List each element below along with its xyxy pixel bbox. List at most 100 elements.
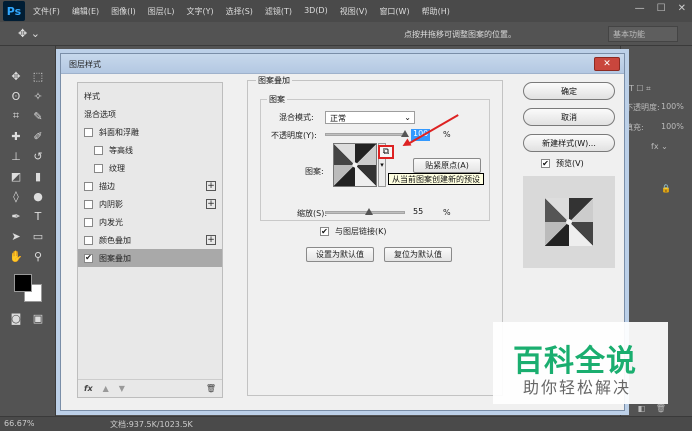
- style-list-item[interactable]: 颜色叠加 +: [78, 231, 222, 249]
- style-list-item[interactable]: 样式: [78, 87, 222, 105]
- style-list-item[interactable]: 等高线: [78, 141, 222, 159]
- menu-item[interactable]: 选择(S): [226, 6, 253, 17]
- style-checkbox[interactable]: [84, 127, 93, 137]
- dialog-titlebar[interactable]: 图层样式 ✕: [61, 54, 624, 74]
- blur-icon[interactable]: ◊: [8, 188, 24, 204]
- style-checkbox[interactable]: [84, 199, 93, 209]
- layer-fx-icon[interactable]: fx ⌄: [651, 142, 668, 151]
- opacity-slider[interactable]: [325, 133, 405, 136]
- style-list-item[interactable]: ✔ 图案叠加: [78, 249, 222, 267]
- pattern-swatch[interactable]: [333, 143, 377, 187]
- close-icon[interactable]: ✕: [678, 3, 686, 14]
- style-checkbox[interactable]: [94, 145, 103, 155]
- fill-value[interactable]: 100%: [661, 122, 684, 131]
- style-list-item[interactable]: 描边 +: [78, 177, 222, 195]
- move-up-icon[interactable]: ▲: [103, 384, 109, 393]
- preview-checkbox[interactable]: ✔: [541, 159, 550, 168]
- fx-icon[interactable]: fx: [84, 384, 93, 393]
- cancel-button[interactable]: 取消: [523, 108, 615, 126]
- dialog-close-button[interactable]: ✕: [594, 57, 620, 71]
- status-bar: 66.67% 文档:937.5K/1023.5K: [0, 416, 692, 431]
- zoom-icon[interactable]: ⚲: [30, 248, 46, 264]
- hand-icon[interactable]: ✋: [8, 248, 24, 264]
- maximize-icon[interactable]: ☐: [657, 3, 666, 14]
- snap-to-origin-button[interactable]: 贴紧原点(A): [413, 158, 481, 173]
- screen-mode-icon[interactable]: ▣: [30, 310, 46, 326]
- opacity-slider-thumb[interactable]: [401, 130, 409, 137]
- style-checkbox[interactable]: [84, 217, 93, 227]
- stamp-icon[interactable]: ⊥: [8, 148, 24, 164]
- chevron-down-icon: ⌄: [404, 113, 411, 122]
- dodge-icon[interactable]: ●: [30, 188, 46, 204]
- new-style-button[interactable]: 新建样式(W)...: [523, 134, 615, 152]
- brush-icon[interactable]: ✐: [30, 128, 46, 144]
- menu-item[interactable]: 图层(L): [148, 6, 175, 17]
- add-effect-icon[interactable]: +: [206, 199, 216, 209]
- foreground-color-swatch[interactable]: [14, 274, 32, 292]
- move-icon[interactable]: ✥: [8, 68, 24, 84]
- scale-slider-thumb[interactable]: [365, 208, 373, 215]
- menu-item[interactable]: 滤镜(T): [265, 6, 292, 17]
- eraser-icon[interactable]: ◩: [8, 168, 24, 184]
- workspace-select[interactable]: 基本功能: [608, 26, 678, 42]
- style-item-label: 混合选项: [84, 109, 116, 119]
- style-list-item[interactable]: 纹理: [78, 159, 222, 177]
- marquee-icon[interactable]: ⬚: [30, 68, 46, 84]
- quick-mask-icon[interactable]: ◙: [8, 310, 24, 326]
- menu-item[interactable]: 图像(I): [111, 6, 136, 17]
- style-list-item[interactable]: 内发光: [78, 213, 222, 231]
- minimize-icon[interactable]: —: [635, 3, 645, 14]
- reset-default-button[interactable]: 复位为默认值: [384, 247, 452, 262]
- style-checkbox[interactable]: [84, 181, 93, 191]
- zoom-level[interactable]: 66.67%: [4, 419, 35, 428]
- type-tool-icon[interactable]: T ☐ ⌗: [629, 84, 651, 94]
- menu-item[interactable]: 3D(D): [304, 6, 328, 17]
- shape-icon[interactable]: ▭: [30, 228, 46, 244]
- opacity-unit: %: [443, 130, 451, 139]
- menu-item[interactable]: 编辑(E): [72, 6, 99, 17]
- pen-icon[interactable]: ✒: [8, 208, 24, 224]
- healing-icon[interactable]: ✚: [8, 128, 24, 144]
- opacity-value[interactable]: 100%: [661, 102, 684, 111]
- path-select-icon[interactable]: ➤: [8, 228, 24, 244]
- menu-item[interactable]: 窗口(W): [379, 6, 409, 17]
- set-default-button[interactable]: 设置为默认值: [306, 247, 374, 262]
- trash-icon[interactable]: 🗑: [206, 384, 216, 393]
- style-checkbox[interactable]: [84, 235, 93, 245]
- tools-panel: ✥ ⬚ ʘ ✧ ⌗ ✎ ✚ ✐ ⊥ ↺ ◩ ▮ ◊ ● ✒ T ➤ ▭ ✋ ⚲ …: [0, 46, 56, 418]
- menu-item[interactable]: 视图(V): [340, 6, 368, 17]
- preview-thumbnail: [545, 198, 593, 246]
- style-item-label: 内发光: [99, 217, 123, 227]
- history-brush-icon[interactable]: ↺: [30, 148, 46, 164]
- style-item-label: 等高线: [109, 145, 133, 155]
- gradient-icon[interactable]: ▮: [30, 168, 46, 184]
- link-with-layer-checkbox[interactable]: ✔: [320, 227, 329, 236]
- scale-input[interactable]: 55: [411, 207, 425, 219]
- lock-icon: 🔒: [661, 184, 671, 193]
- blend-mode-select[interactable]: 正常 ⌄: [325, 111, 415, 124]
- style-list-item[interactable]: 斜面和浮雕: [78, 123, 222, 141]
- move-tool-icon[interactable]: ✥ ⌄: [18, 27, 40, 40]
- lasso-icon[interactable]: ʘ: [8, 88, 24, 104]
- section-title: 图案叠加: [256, 75, 292, 86]
- add-effect-icon[interactable]: +: [206, 181, 216, 191]
- preview-option[interactable]: ✔ 预览(V): [541, 158, 584, 169]
- style-checkbox[interactable]: ✔: [84, 253, 93, 263]
- menu-items: 文件(F) 编辑(E) 图像(I) 图层(L) 文字(Y) 选择(S) 滤镜(T) 3D(D)…: [33, 6, 462, 17]
- new-preset-button[interactable]: ⧉: [378, 145, 394, 159]
- style-checkbox[interactable]: [94, 163, 103, 173]
- eyedropper-icon[interactable]: ✎: [30, 108, 46, 124]
- menu-item[interactable]: 帮助(H): [422, 6, 450, 17]
- menu-item[interactable]: 文字(Y): [186, 6, 213, 17]
- style-list-item[interactable]: 混合选项: [78, 105, 222, 123]
- magic-wand-icon[interactable]: ✧: [30, 88, 46, 104]
- style-item-label: 图案叠加: [99, 253, 131, 263]
- menu-item[interactable]: 文件(F): [33, 6, 60, 17]
- crop-icon[interactable]: ⌗: [8, 108, 24, 124]
- style-list-item[interactable]: 内阴影 +: [78, 195, 222, 213]
- move-down-icon[interactable]: ▼: [119, 384, 125, 393]
- add-effect-icon[interactable]: +: [206, 235, 216, 245]
- type-icon[interactable]: T: [30, 208, 46, 224]
- link-with-layer-option[interactable]: ✔ 与图层链接(K): [320, 226, 387, 237]
- ok-button[interactable]: 确定: [523, 82, 615, 100]
